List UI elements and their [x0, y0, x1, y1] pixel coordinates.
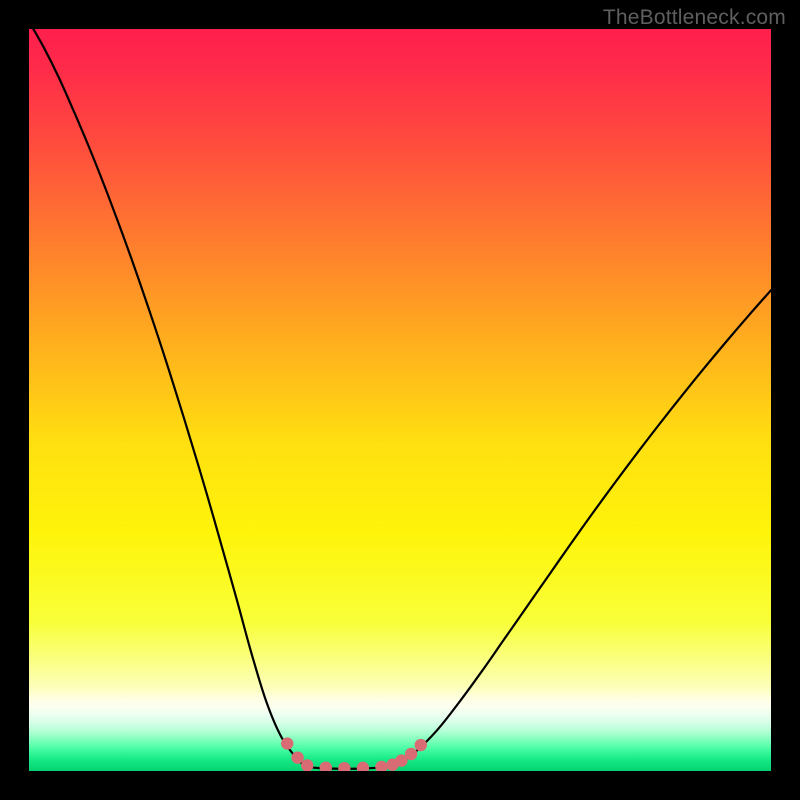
highlight-dot — [281, 737, 293, 749]
chart-plot-area — [29, 29, 771, 771]
highlight-dot — [405, 748, 417, 760]
gradient-background — [29, 29, 771, 771]
app-frame: TheBottleneck.com — [0, 0, 800, 800]
highlight-dot — [415, 739, 427, 751]
watermark-text: TheBottleneck.com — [603, 6, 786, 30]
chart-svg — [29, 29, 771, 771]
highlight-dot — [291, 751, 303, 763]
